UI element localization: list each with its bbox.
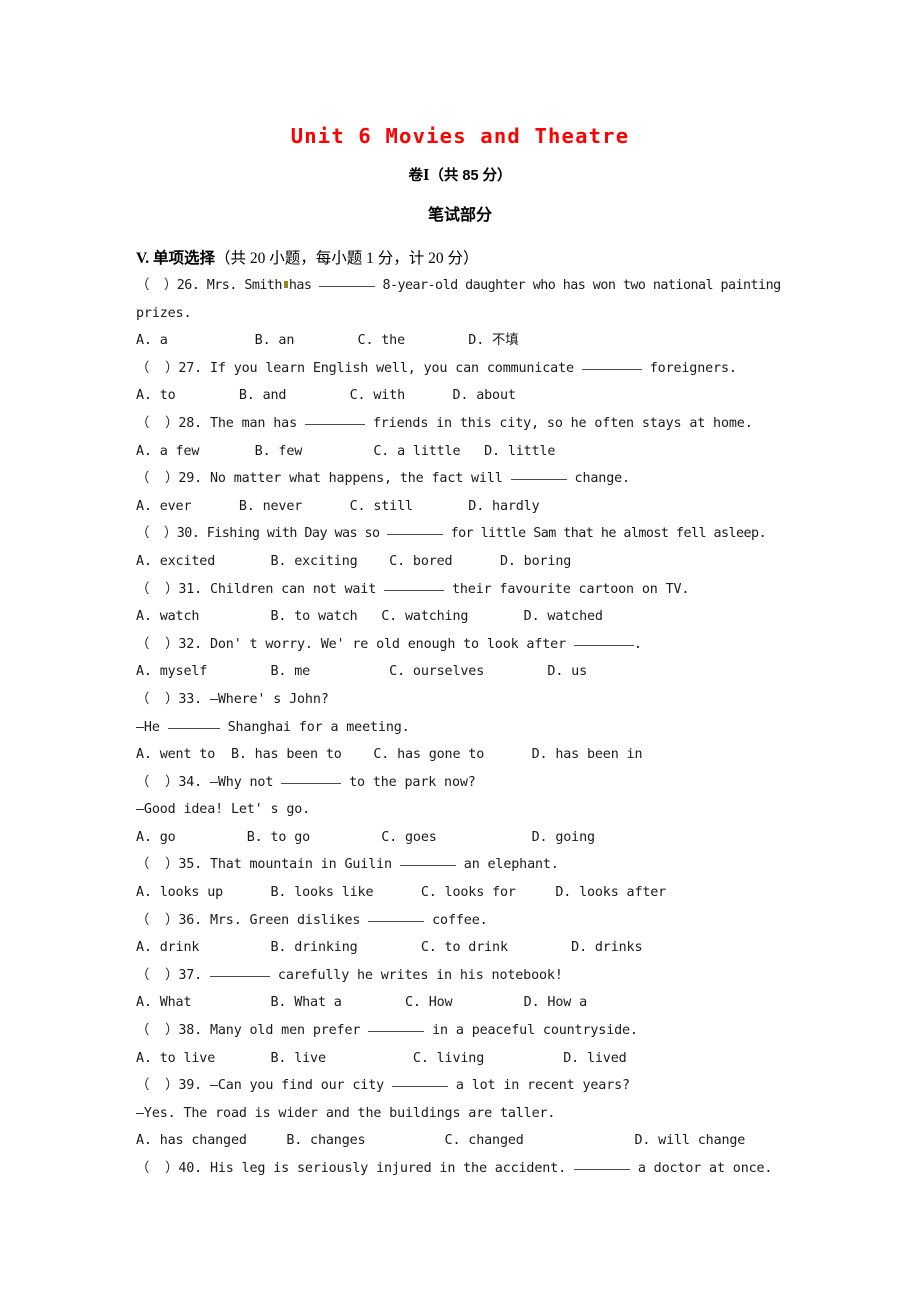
- question-stem: （ ）27. If you learn English well, you ca…: [136, 360, 737, 376]
- question-stem: （ ）28. The man has friends in this city,…: [136, 415, 753, 431]
- question-options[interactable]: A. excited B. exciting C. bored D. borin…: [136, 548, 784, 576]
- document-content: Unit 6 Movies and Theatre 卷I（共 85 分） 笔试部…: [136, 0, 784, 1183]
- question-stem: （ ）35. That mountain in Guilin an elepha…: [136, 857, 559, 873]
- question-dialogue-line: —He Shanghai for a meeting.: [136, 719, 410, 735]
- part-heading: V. 单项选择（共 20 小题，每小题 1 分，计 20 分）: [136, 229, 784, 272]
- question-stem: （ ）31. Children can not wait their favou…: [136, 581, 690, 597]
- question-marker: （ ）: [136, 912, 179, 928]
- part-meta: （共 20 小题，每小题 1 分，计 20 分）: [214, 250, 479, 267]
- answer-blank[interactable]: [581, 368, 642, 370]
- question-marker: （ ）: [136, 526, 177, 542]
- volume-label: 卷: [408, 168, 423, 184]
- question-marker: （ ）: [136, 1078, 179, 1094]
- answer-blank[interactable]: [304, 423, 365, 425]
- question-stem: （ ）34. —Why not to the park now?: [136, 774, 476, 790]
- question-marker: （ ）: [136, 581, 179, 597]
- answer-blank[interactable]: [209, 975, 270, 977]
- question-options[interactable]: A. to live B. live C. living D. lived: [136, 1045, 784, 1073]
- answer-blank[interactable]: [281, 782, 342, 784]
- answer-blank[interactable]: [391, 1086, 448, 1088]
- question-marker: （ ）: [136, 691, 179, 707]
- question-options[interactable]: A. What B. What a C. How D. How a: [136, 989, 784, 1017]
- question-stem: （ ）36. Mrs. Green dislikes coffee.: [136, 912, 488, 928]
- question-marker: （ ）: [136, 857, 179, 873]
- answer-blank[interactable]: [573, 1169, 630, 1170]
- answer-blank[interactable]: [573, 644, 634, 646]
- question-stem-wrap: prizes.: [136, 305, 192, 321]
- answer-blank[interactable]: [510, 479, 567, 481]
- question-marker: （ ）: [136, 415, 179, 431]
- section-title: 笔试部分: [427, 207, 492, 224]
- question-stem: （ ）30. Fishing with Day was so for littl…: [136, 526, 767, 542]
- part-name: 单项选择: [152, 250, 215, 267]
- question-options[interactable]: A. looks up B. looks like C. looks for D…: [136, 879, 784, 907]
- volume-heading: 卷I（共 85 分）: [136, 150, 784, 189]
- question-marker: （ ）: [136, 1023, 179, 1039]
- question-options[interactable]: A. to B. and C. with D. about: [136, 382, 784, 410]
- question-stem: （ ）32. Don' t worry. We' re old enough t…: [136, 636, 642, 652]
- question-options[interactable]: A. watch B. to watch C. watching D. watc…: [136, 603, 784, 631]
- answer-blank[interactable]: [387, 534, 444, 536]
- question-options[interactable]: A. a few B. few C. a little D. little: [136, 438, 784, 466]
- question-stem: （ ）33. —Where' s John?: [136, 691, 329, 707]
- question-dialogue-line: —Good idea! Let' s go.: [136, 802, 311, 818]
- question-stem: （ ）38. Many old men prefer in a peaceful…: [136, 1023, 638, 1039]
- question-marker: （ ）: [136, 774, 179, 790]
- stray-mark-icon: [283, 281, 288, 288]
- question-stem: （ ）29. No matter what happens, the fact …: [136, 471, 630, 487]
- question-marker: （ ）: [136, 967, 179, 983]
- question-marker: （ ）: [136, 1161, 179, 1176]
- question-stem: （ ）39. —Can you find our city a lot in r…: [136, 1078, 630, 1094]
- question-stem: （ ）37. carefully he writes in his notebo…: [136, 967, 563, 983]
- question-options[interactable]: A. went to B. has been to C. has gone to…: [136, 741, 784, 769]
- question-options[interactable]: A. ever B. never C. still D. hardly: [136, 493, 784, 521]
- volume-score: （共 85 分）: [429, 168, 512, 184]
- document-page: Unit 6 Movies and Theatre 卷I（共 85 分） 笔试部…: [0, 0, 920, 1302]
- page-title: Unit 6 Movies and Theatre: [290, 124, 630, 148]
- question-stem: （ ）26. Mrs. Smith has 8-year-old daughter…: [136, 278, 781, 293]
- answer-blank[interactable]: [167, 727, 220, 729]
- answer-blank[interactable]: [399, 865, 456, 867]
- part-roman: V.: [136, 250, 150, 267]
- question-marker: （ ）: [136, 360, 179, 376]
- question-marker: （ ）: [136, 471, 179, 487]
- question-options[interactable]: A. has changed B. changes C. changed D. …: [136, 1127, 784, 1155]
- answer-blank[interactable]: [368, 920, 425, 922]
- question-options[interactable]: A. go B. to go C. goes D. going: [136, 824, 784, 852]
- answer-blank[interactable]: [368, 1031, 425, 1033]
- question-dialogue-line: —Yes. The road is wider and the building…: [136, 1105, 556, 1121]
- answer-blank[interactable]: [384, 589, 445, 591]
- answer-blank[interactable]: [318, 286, 375, 287]
- question-stem: （ ）40. His leg is seriously injured in t…: [136, 1161, 773, 1176]
- question-options[interactable]: A. a B. an C. the D. 不填: [136, 327, 784, 355]
- question-marker: （ ）: [136, 636, 179, 652]
- question-options[interactable]: A. drink B. drinking C. to drink D. drin…: [136, 934, 784, 962]
- question-marker: （ ）: [136, 278, 177, 293]
- question-options[interactable]: A. myself B. me C. ourselves D. us: [136, 658, 784, 686]
